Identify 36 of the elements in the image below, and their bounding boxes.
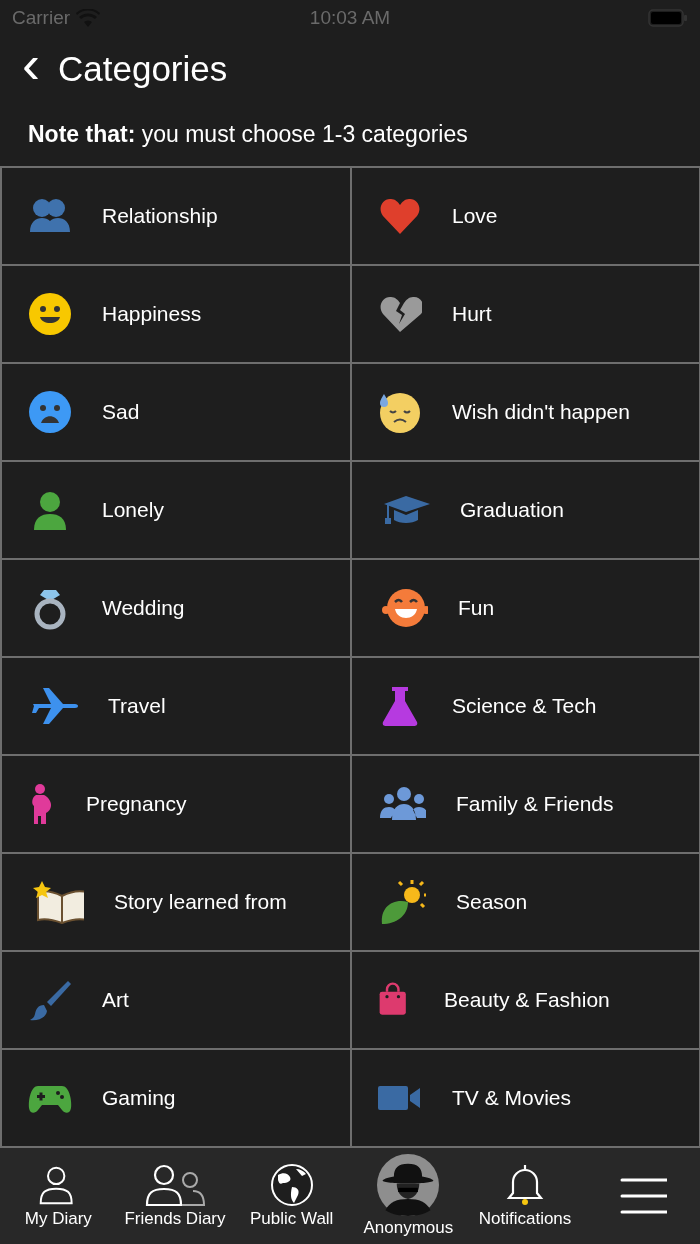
category-option[interactable]: Happiness xyxy=(0,265,350,364)
tab-item[interactable]: Public Wall xyxy=(233,1147,350,1244)
globe-icon xyxy=(269,1162,314,1207)
category-option[interactable]: Science & Tech xyxy=(350,657,700,756)
users-icon xyxy=(144,1162,206,1207)
category-option[interactable]: Wedding xyxy=(0,559,350,658)
category-option[interactable]: Family & Friends xyxy=(350,755,700,854)
category-option[interactable]: Gaming xyxy=(0,1049,350,1148)
clock-time: 10:03 AM xyxy=(308,6,392,29)
category-option[interactable]: Travel xyxy=(0,657,350,756)
carrier-label: Carrier xyxy=(12,6,71,29)
note-text: Note that: you must choose 1-3 categories xyxy=(27,119,469,149)
category-option[interactable]: Hurt xyxy=(350,265,700,364)
tab-item[interactable]: My Diary xyxy=(0,1147,117,1244)
battery-icon xyxy=(648,8,688,27)
spy-avatar-icon xyxy=(377,1153,440,1216)
smiley-icon xyxy=(28,291,72,336)
category-option[interactable]: Pregnancy xyxy=(0,755,350,854)
category-option[interactable]: Lonely xyxy=(0,461,350,560)
category-option[interactable]: Relationship xyxy=(0,167,350,266)
category-option[interactable]: Sad xyxy=(0,363,350,462)
tab-item[interactable]: Anonymous xyxy=(350,1147,467,1244)
back-button[interactable]: ‹ xyxy=(18,44,44,95)
category-option[interactable]: Fun xyxy=(350,559,700,658)
category-option[interactable]: TV & Movies xyxy=(350,1049,700,1148)
category-option[interactable]: Art xyxy=(0,951,350,1050)
category-option[interactable]: Season xyxy=(350,853,700,952)
category-option[interactable]: Story learned from xyxy=(0,853,350,952)
category-option[interactable]: Wish didn't happen xyxy=(350,363,700,462)
page-title: Categories xyxy=(58,49,228,90)
tab-item[interactable]: Notifications xyxy=(466,1147,584,1244)
category-option[interactable]: Graduation xyxy=(350,461,700,560)
category-option[interactable]: Beauty & Fashion xyxy=(350,951,700,1050)
category-option[interactable]: Love xyxy=(350,167,700,266)
sad-face-icon xyxy=(28,389,72,434)
tab-item[interactable]: Friends Diary xyxy=(116,1147,234,1244)
